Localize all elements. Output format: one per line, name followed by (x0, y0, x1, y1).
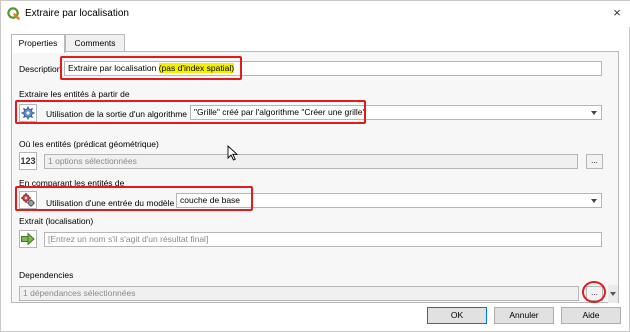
chevron-down-icon (591, 199, 597, 203)
arrow-right-icon (21, 232, 35, 246)
tab-comments[interactable]: Comments (65, 34, 125, 52)
ok-button[interactable]: OK (427, 307, 487, 324)
predicate-label: Où les entités (prédicat géométrique) (19, 139, 159, 149)
annotation-box-description (60, 56, 242, 80)
annotation-circle-dependencies (582, 281, 606, 303)
dependencies-input[interactable]: 1 dépendances sélectionnées (19, 286, 579, 301)
description-label: Description (19, 64, 62, 74)
help-button[interactable]: Aide (561, 307, 621, 324)
title-bar: Extraire par localisation × (1, 1, 630, 27)
mouse-cursor-icon (227, 145, 239, 161)
close-icon[interactable]: × (609, 4, 625, 22)
dialog-window: Extraire par localisation × Properties C… (0, 0, 630, 332)
output-label: Extrait (localisation) (19, 216, 94, 226)
chevron-down-icon (591, 111, 597, 115)
predicate-input[interactable]: 1 options sélectionnées (44, 154, 578, 169)
dependencies-label: Dependencies (19, 270, 74, 280)
tab-properties[interactable]: Properties (11, 34, 65, 53)
annotation-box-compare (15, 186, 253, 211)
input-section-label: Extraire les entités à partir de (19, 89, 130, 99)
predicate-options-button[interactable]: ... (586, 154, 603, 169)
output-name-input[interactable]: [Entrez un nom s'il s'agit d'un résultat… (44, 232, 602, 247)
window-title: Extraire par localisation (25, 8, 129, 19)
chevron-down-icon (610, 292, 616, 296)
number-icon[interactable]: 123 (19, 152, 37, 170)
cancel-button[interactable]: Annuler (494, 307, 554, 324)
output-arrow-icon[interactable] (19, 230, 37, 248)
scrollbar[interactable] (608, 285, 618, 303)
qgis-logo-icon (7, 7, 20, 20)
annotation-box-input (15, 100, 366, 124)
